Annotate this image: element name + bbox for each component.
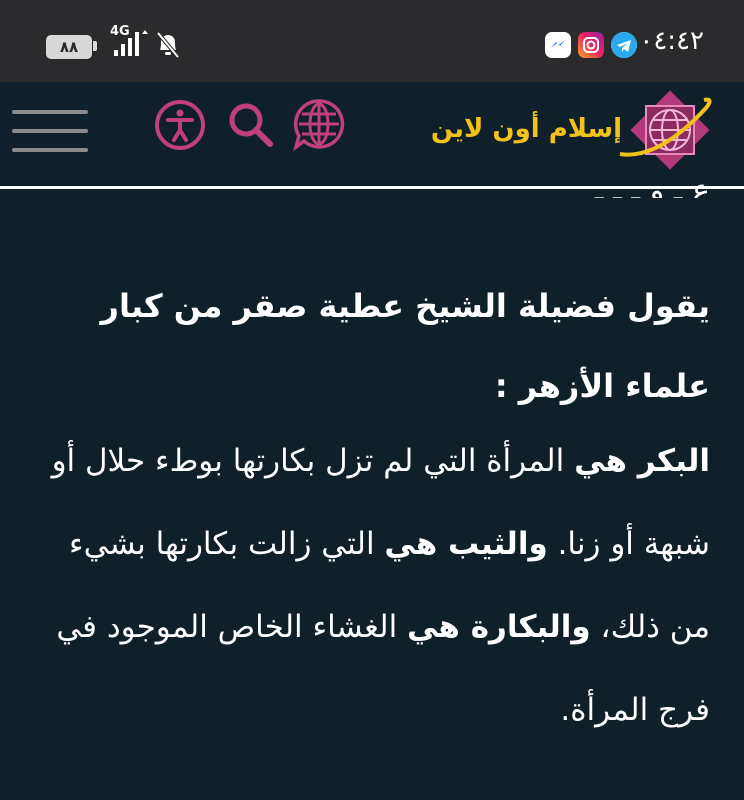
clock: ٠٤:٤٢ [639, 26, 704, 56]
hamburger-line [12, 110, 88, 114]
notifications-muted-icon [156, 31, 180, 59]
site-logo-icon[interactable] [618, 88, 718, 176]
instagram-icon [578, 32, 604, 58]
site-header: إسلام أون لاين [0, 82, 744, 189]
signal-strength-icon [114, 30, 148, 56]
telegram-icon [611, 32, 637, 58]
article-paragraph: البكر هي المرأة التي لم تزل بكارتها بوطء… [40, 420, 710, 752]
term-virginity: والبكارة هي [407, 609, 591, 645]
status-bar: ٨٨ 4G ٠٤:٤٢ [0, 0, 744, 82]
site-logo-text[interactable]: إسلام أون لاين [431, 114, 622, 144]
hamburger-line [12, 129, 88, 133]
search-icon[interactable] [226, 99, 276, 151]
battery-tip [93, 41, 97, 51]
language-globe-icon[interactable] [292, 97, 346, 153]
hamburger-line [12, 148, 88, 152]
article-body: ع ـ و ـ ـ ـ يقول فضيلة الشيخ عطية صقر من… [40, 184, 710, 752]
hamburger-menu-button[interactable] [12, 106, 88, 156]
messenger-icon [545, 32, 571, 58]
term-non-virgin: والثيب هي [384, 526, 548, 562]
previous-line-fragment: ع ـ و ـ ـ ـ [40, 184, 710, 198]
term-virgin: البكر هي [574, 443, 710, 479]
accessibility-icon[interactable] [154, 99, 206, 151]
article-heading: يقول فضيلة الشيخ عطية صقر من كبار علماء … [100, 287, 710, 405]
battery-indicator: ٨٨ [46, 35, 92, 59]
